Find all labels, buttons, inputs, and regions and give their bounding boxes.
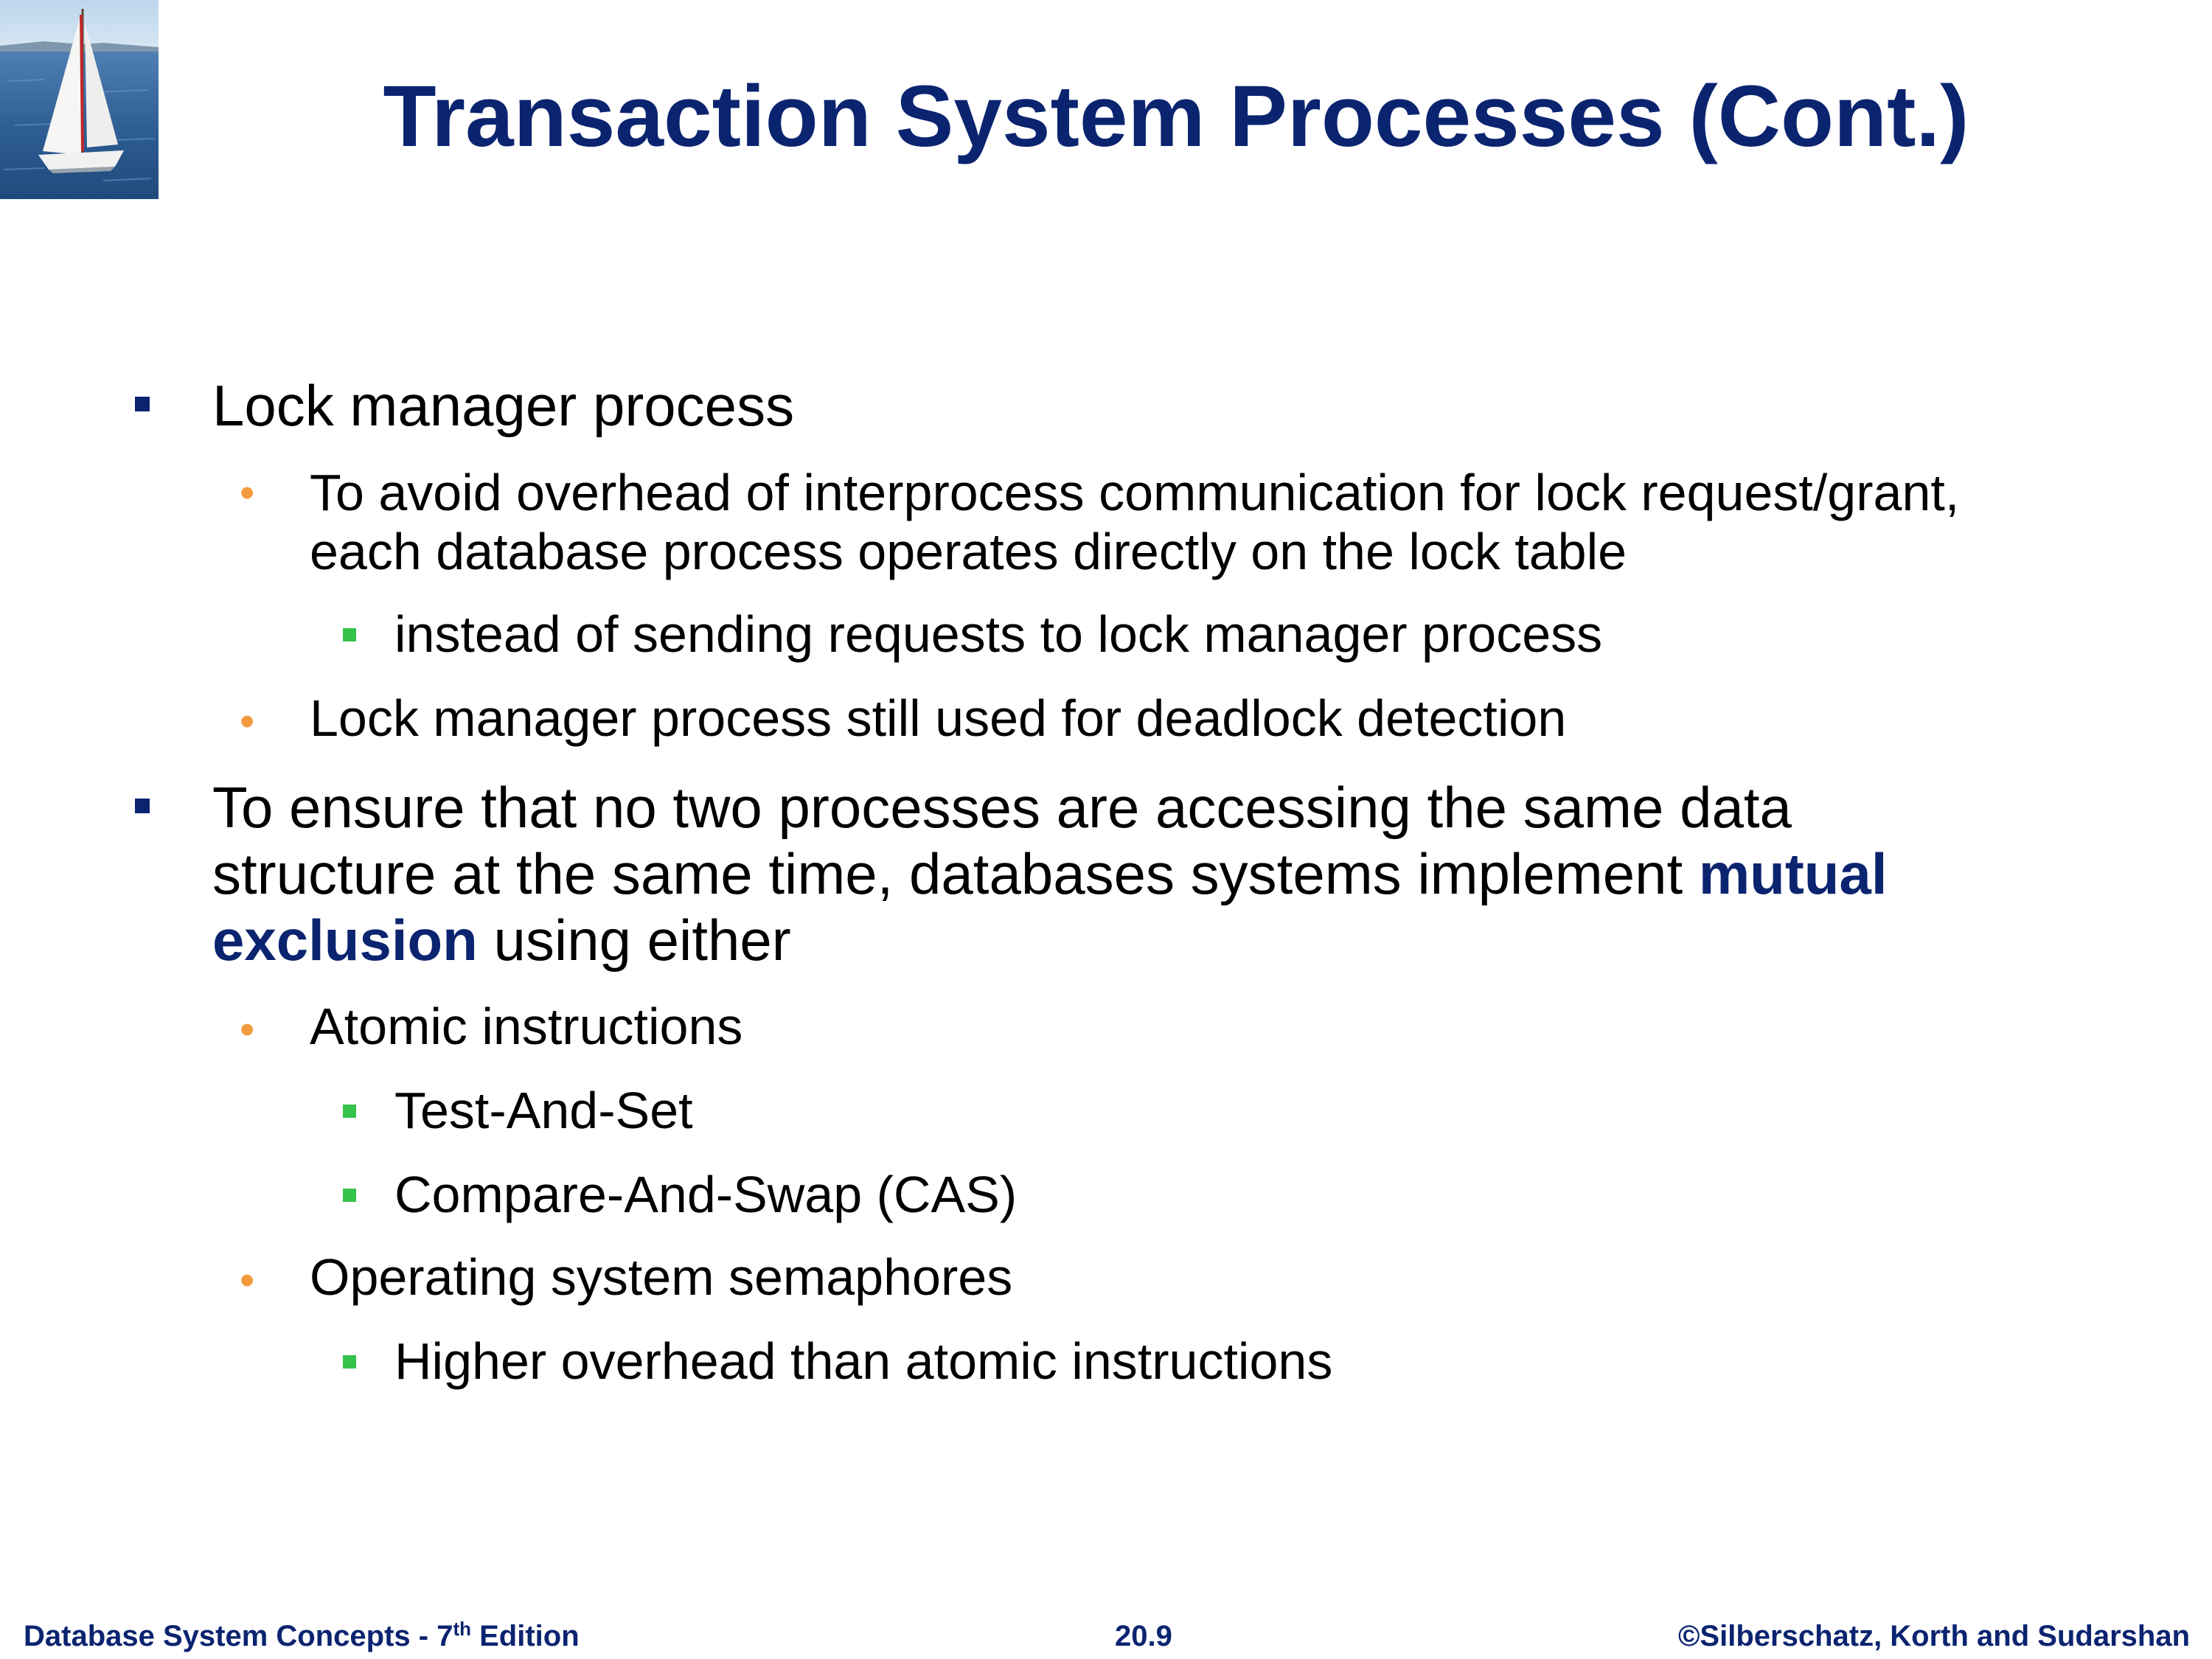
bullet-mutual-exclusion-line2-text: structure at the same time, databases sy…: [212, 841, 1699, 906]
footer-book-suffix: Edition: [471, 1620, 580, 1652]
sub-bullet-os-semaphores: Operating system semaphores: [310, 1248, 1013, 1306]
bullet-mutual-exclusion-line3: exclusion using either: [212, 907, 791, 973]
sub-sub-bullet-instead-of-sending: instead of sending requests to lock mana…: [394, 605, 1603, 663]
sub-bullet-avoid-overhead-line1: To avoid overhead of interprocess commun…: [310, 464, 1960, 521]
sub-bullet-deadlock-detection: Lock manager process still used for dead…: [310, 689, 1567, 747]
emphasis-mutual: mutual: [1698, 841, 1888, 906]
level3-bullet-marker: [343, 1189, 356, 1202]
bullet-mutual-exclusion-line3-text: using either: [477, 908, 791, 973]
level1-bullet-marker: [135, 397, 150, 411]
level2-bullet-marker: •: [240, 469, 255, 517]
level2-bullet-marker: •: [240, 698, 255, 745]
bullet-mutual-exclusion-line2: structure at the same time, databases sy…: [212, 841, 1887, 907]
slide-title: Transaction System Processes (Cont.): [383, 68, 1969, 165]
sub-sub-bullet-test-and-set: Test-And-Set: [394, 1082, 693, 1139]
footer-page-number: 20.9: [1115, 1620, 1172, 1652]
sub-bullet-avoid-overhead-line2: each database process operates directly …: [310, 523, 1627, 580]
footer-copyright: ©Silberschatz, Korth and Sudarshan: [1677, 1620, 2190, 1652]
footer-book-prefix: Database System Concepts - 7: [24, 1620, 453, 1652]
emphasis-exclusion: exclusion: [212, 908, 478, 973]
level3-bullet-marker: [343, 1105, 356, 1118]
bullet-mutual-exclusion-line1: To ensure that no two processes are acce…: [212, 775, 1792, 840]
bullet-lock-manager: Lock manager process: [212, 373, 795, 438]
level3-bullet-marker: [343, 1355, 356, 1368]
footer-book-title: Database System Concepts - 7th Edition: [24, 1618, 580, 1654]
level1-bullet-marker: [135, 799, 150, 813]
sub-sub-bullet-compare-and-swap: Compare-And-Swap (CAS): [394, 1166, 1018, 1223]
sub-sub-bullet-higher-overhead: Higher overhead than atomic instructions: [394, 1332, 1333, 1390]
sub-bullet-atomic-instructions: Atomic instructions: [310, 998, 743, 1055]
level3-bullet-marker: [343, 628, 356, 641]
level2-bullet-marker: •: [240, 1256, 255, 1304]
level2-bullet-marker: •: [240, 1006, 255, 1054]
footer-book-sup: th: [453, 1618, 471, 1640]
